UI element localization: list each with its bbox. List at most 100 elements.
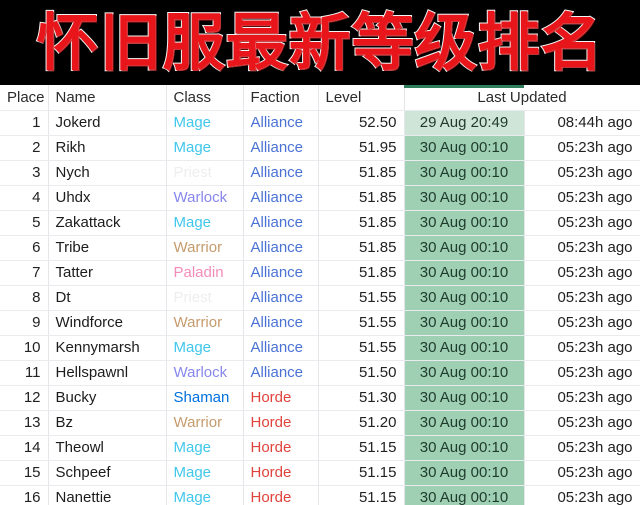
cell-faction: Horde <box>243 385 319 411</box>
cell-time-ago: 05:23h ago <box>524 485 640 505</box>
table-row[interactable]: 15 Schpeef Mage Horde 51.15 30 Aug 00:10 05:23… <box>0 460 640 486</box>
cell-last-updated: 30 Aug 00:10 <box>404 335 525 361</box>
cell-place: 16 <box>0 485 49 505</box>
cell-class: Mage <box>166 110 244 136</box>
cell-level: 51.30 <box>318 385 405 411</box>
cell-last-updated: 30 Aug 00:10 <box>404 360 525 386</box>
table-row[interactable]: 5 Zakattack Mage Alliance 51.85 30 Aug 00:10 0… <box>0 210 640 236</box>
table-row[interactable]: 13 Bz Warrior Horde 51.20 30 Aug 00:10 05:23h … <box>0 410 640 436</box>
cell-faction: Horde <box>243 460 319 486</box>
cell-faction: Alliance <box>243 335 319 361</box>
table-row[interactable]: 4 Uhdx Warlock Alliance 51.85 30 Aug 00:10 05:… <box>0 185 640 211</box>
cell-class: Priest <box>166 285 244 311</box>
cell-name: Tribe <box>48 235 167 261</box>
cell-faction: Alliance <box>243 185 319 211</box>
column-header-faction[interactable]: Faction <box>243 85 319 111</box>
cell-class: Mage <box>166 460 244 486</box>
cell-faction: Alliance <box>243 310 319 336</box>
table-row[interactable]: 10 Kennymarsh Mage Alliance 51.55 30 Aug 00:1… <box>0 335 640 361</box>
cell-time-ago: 05:23h ago <box>524 210 640 236</box>
cell-place: 4 <box>0 185 49 211</box>
cell-class: Mage <box>166 335 244 361</box>
cell-last-updated: 30 Aug 00:10 <box>404 310 525 336</box>
cell-class: Paladin <box>166 260 244 286</box>
column-header-place[interactable]: Place <box>0 85 49 111</box>
cell-class: Mage <box>166 435 244 461</box>
cell-level: 51.85 <box>318 185 405 211</box>
cell-time-ago: 05:23h ago <box>524 235 640 261</box>
table-row[interactable]: 9 Windforce Warrior Alliance 51.55 30 Aug 00:… <box>0 310 640 336</box>
cell-last-updated: 30 Aug 00:10 <box>404 210 525 236</box>
cell-faction: Alliance <box>243 235 319 261</box>
cell-faction: Alliance <box>243 135 319 161</box>
cell-place: 9 <box>0 310 49 336</box>
cell-level: 51.20 <box>318 410 405 436</box>
cell-name: Rikh <box>48 135 167 161</box>
cell-level: 51.55 <box>318 310 405 336</box>
cell-time-ago: 05:23h ago <box>524 160 640 186</box>
cell-last-updated: 30 Aug 00:10 <box>404 385 525 411</box>
cell-name: Jokerd <box>48 110 167 136</box>
cell-faction: Alliance <box>243 285 319 311</box>
cell-last-updated: 30 Aug 00:10 <box>404 135 525 161</box>
table-header: Place Name Class Faction Level Last Upda… <box>0 85 640 111</box>
cell-level: 51.85 <box>318 160 405 186</box>
cell-name: Uhdx <box>48 185 167 211</box>
cell-name: Hellspawnl <box>48 360 167 386</box>
cell-name: Windforce <box>48 310 167 336</box>
cell-faction: Alliance <box>243 160 319 186</box>
cell-time-ago: 05:23h ago <box>524 385 640 411</box>
cell-class: Warrior <box>166 235 244 261</box>
cell-last-updated: 30 Aug 00:10 <box>404 485 525 505</box>
cell-place: 7 <box>0 260 49 286</box>
column-header-last-updated[interactable]: Last Updated <box>404 85 640 111</box>
cell-time-ago: 05:23h ago <box>524 460 640 486</box>
table-row[interactable]: 16 Nanettie Mage Horde 51.15 30 Aug 00:10 05:2… <box>0 485 640 505</box>
cell-place: 11 <box>0 360 49 386</box>
cell-level: 51.15 <box>318 435 405 461</box>
column-header-class[interactable]: Class <box>166 85 244 111</box>
cell-level: 51.85 <box>318 235 405 261</box>
cell-name: Zakattack <box>48 210 167 236</box>
cell-faction: Alliance <box>243 260 319 286</box>
cell-place: 12 <box>0 385 49 411</box>
cell-place: 3 <box>0 160 49 186</box>
table-row[interactable]: 7 Tatter Paladin Alliance 51.85 30 Aug 00:10 0… <box>0 260 640 286</box>
cell-name: Schpeef <box>48 460 167 486</box>
cell-last-updated: 30 Aug 00:10 <box>404 410 525 436</box>
cell-time-ago: 05:23h ago <box>524 435 640 461</box>
cell-last-updated: 29 Aug 20:49 <box>404 110 525 136</box>
table-row[interactable]: 8 Dt Priest Alliance 51.55 30 Aug 00:10 05:23h… <box>0 285 640 311</box>
cell-time-ago: 08:44h ago <box>524 110 640 136</box>
cell-last-updated: 30 Aug 00:10 <box>404 460 525 486</box>
cell-class: Warrior <box>166 410 244 436</box>
cell-name: Dt <box>48 285 167 311</box>
cell-name: Tatter <box>48 260 167 286</box>
table-row[interactable]: 12 Bucky Shaman Horde 51.30 30 Aug 00:10 05:23… <box>0 385 640 411</box>
leaderboard-table-container: Place Name Class Faction Level Last Upda… <box>0 85 640 505</box>
cell-name: Nych <box>48 160 167 186</box>
table-row[interactable]: 14 Theowl Mage Horde 51.15 30 Aug 00:10 05:23h… <box>0 435 640 461</box>
cell-class: Shaman <box>166 385 244 411</box>
cell-place: 8 <box>0 285 49 311</box>
cell-time-ago: 05:23h ago <box>524 260 640 286</box>
table-row[interactable]: 2 Rikh Mage Alliance 51.95 30 Aug 00:10 05:23h… <box>0 135 640 161</box>
cell-place: 13 <box>0 410 49 436</box>
cell-faction: Alliance <box>243 210 319 236</box>
cell-level: 51.55 <box>318 335 405 361</box>
table-row[interactable]: 11 Hellspawnl Warlock Alliance 51.50 30 Aug 0… <box>0 360 640 386</box>
cell-time-ago: 05:23h ago <box>524 360 640 386</box>
table-row[interactable]: 1 Jokerd Mage Alliance 52.50 29 Aug 20:49 08:4… <box>0 110 640 136</box>
cell-level: 51.15 <box>318 485 405 505</box>
table-row[interactable]: 6 Tribe Warrior Alliance 51.85 30 Aug 00:10 05… <box>0 235 640 261</box>
table-row[interactable]: 3 Nych Priest Alliance 51.85 30 Aug 00:10 05:2… <box>0 160 640 186</box>
cell-level: 51.55 <box>318 285 405 311</box>
cell-faction: Alliance <box>243 360 319 386</box>
column-header-name[interactable]: Name <box>48 85 167 111</box>
cell-last-updated: 30 Aug 00:10 <box>404 260 525 286</box>
cell-last-updated: 30 Aug 00:10 <box>404 160 525 186</box>
last-updated-column-strip <box>404 85 524 88</box>
cell-level: 51.85 <box>318 210 405 236</box>
cell-last-updated: 30 Aug 00:10 <box>404 435 525 461</box>
column-header-level[interactable]: Level <box>318 85 405 111</box>
